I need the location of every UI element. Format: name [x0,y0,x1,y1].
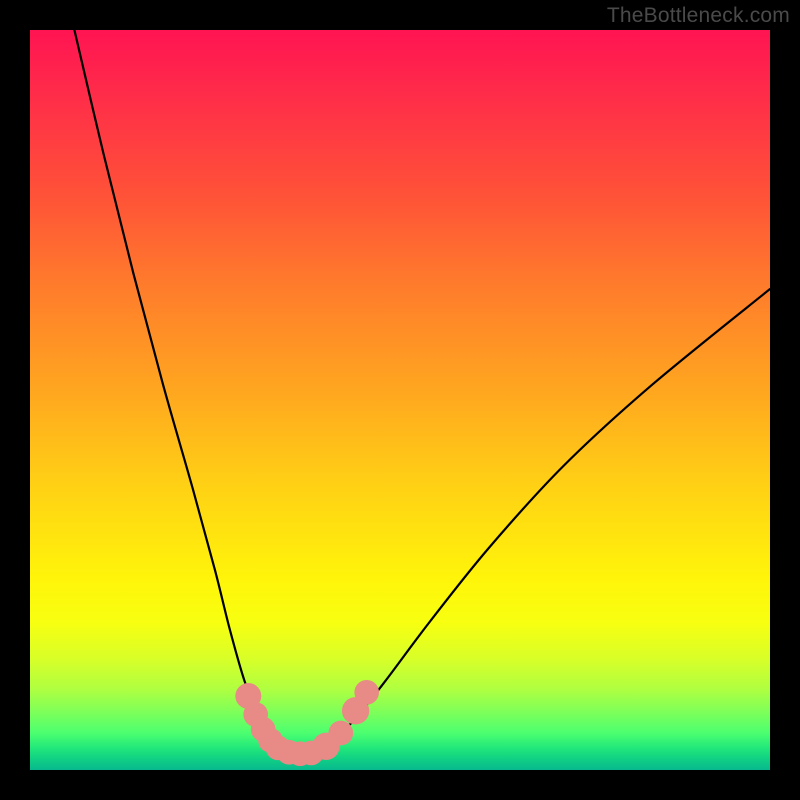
chart-frame: TheBottleneck.com [0,0,800,800]
data-marker [354,680,379,705]
watermark-text: TheBottleneck.com [607,4,790,28]
bottleneck-curve [74,30,770,755]
data-markers [235,680,379,766]
data-marker [328,721,353,746]
chart-svg [30,30,770,770]
plot-area [30,30,770,770]
